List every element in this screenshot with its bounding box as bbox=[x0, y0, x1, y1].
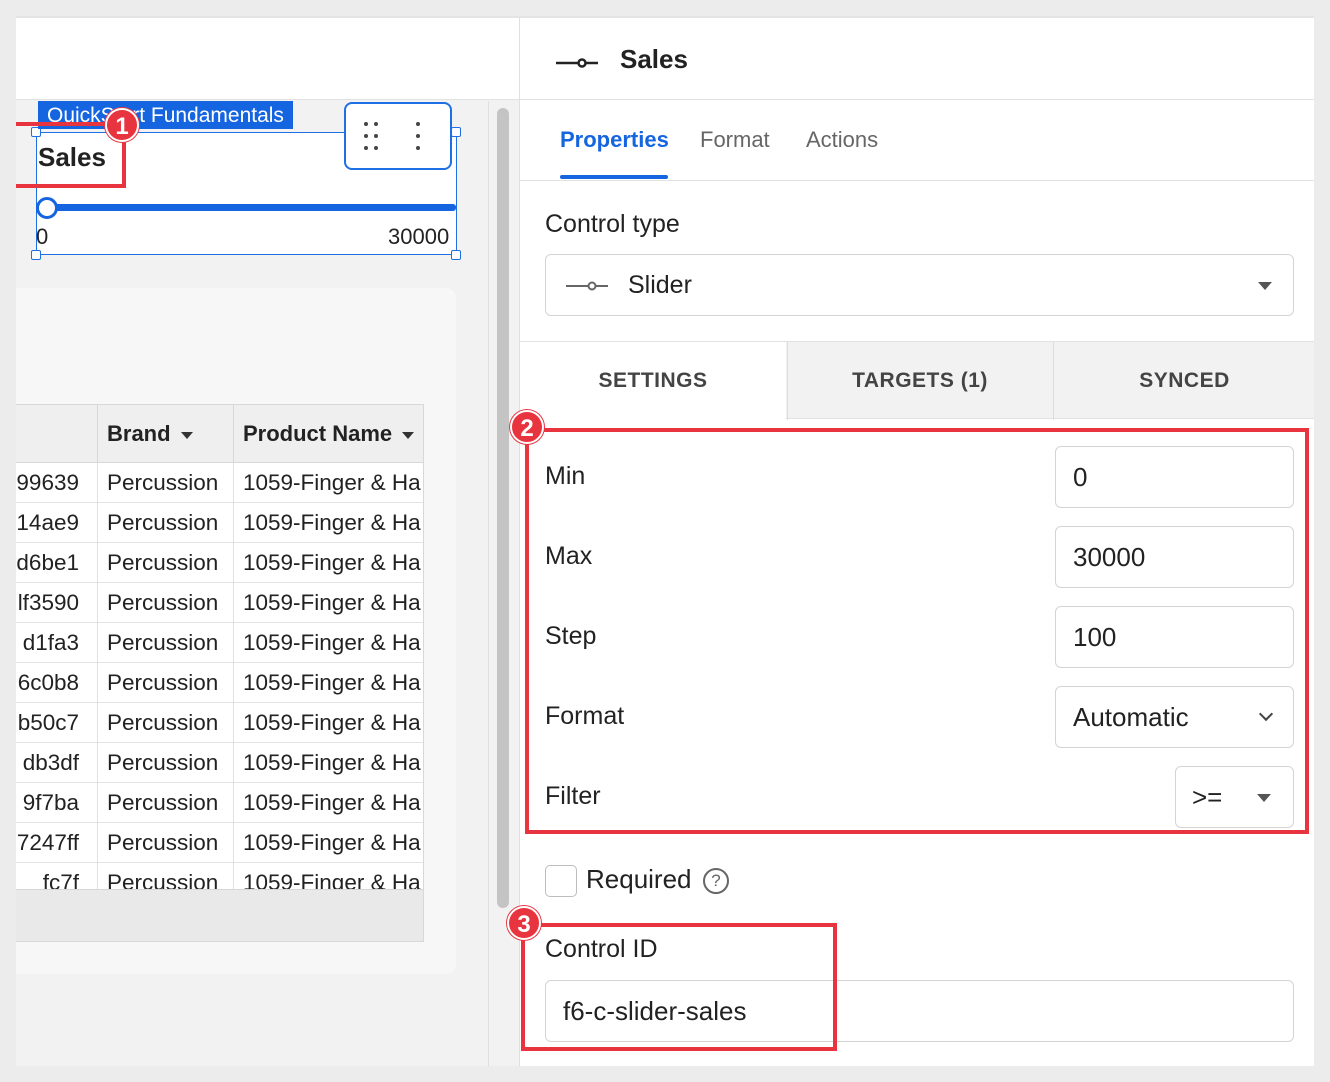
table-cell: d1fa3 bbox=[16, 623, 98, 663]
subtab-synced[interactable]: SYNCED bbox=[1053, 342, 1314, 420]
table-cell: 1059-Finger & Ha bbox=[243, 590, 421, 615]
column-header-id[interactable] bbox=[16, 405, 98, 463]
table-cell: 14ae9 bbox=[16, 503, 98, 543]
question-circle-icon[interactable]: ? bbox=[703, 868, 729, 894]
slider-min-label: 0 bbox=[36, 224, 49, 249]
workbook-canvas: Brand Product Name 99639 Percussion 1059-F… bbox=[16, 18, 519, 1066]
tab-properties[interactable]: Properties bbox=[560, 127, 669, 153]
slider-track[interactable] bbox=[38, 204, 456, 211]
table-cell: Percussion bbox=[98, 463, 234, 503]
slider-icon bbox=[566, 281, 608, 291]
table-cell: 7247ff bbox=[16, 823, 98, 863]
table-cell: 6c0b8 bbox=[16, 663, 98, 703]
subtab-settings[interactable]: SETTINGS bbox=[520, 342, 786, 421]
resize-handle[interactable] bbox=[31, 250, 41, 260]
canvas-scrollbar[interactable] bbox=[497, 108, 509, 908]
table-cell: Percussion bbox=[98, 623, 234, 663]
slider-thumb[interactable] bbox=[36, 197, 58, 219]
canvas-divider bbox=[488, 101, 489, 1066]
table-cell: lf3590 bbox=[16, 583, 98, 623]
settings-subtabs: SETTINGS TARGETS (1) SYNCED bbox=[520, 341, 1314, 421]
more-options-icon[interactable] bbox=[415, 122, 421, 152]
data-table[interactable]: Brand Product Name 99639 Percussion 1059-F… bbox=[16, 404, 424, 942]
table-row[interactable]: db3df Percussion 1059-Finger & Ha bbox=[16, 743, 423, 783]
table-row[interactable]: d1fa3 Percussion 1059-Finger & Ha bbox=[16, 623, 423, 663]
resize-handle[interactable] bbox=[451, 127, 461, 137]
control-type-label: Control type bbox=[545, 210, 680, 238]
table-cell: 1059-Finger & Ha bbox=[243, 790, 421, 815]
column-header-brand[interactable]: Brand bbox=[98, 405, 234, 463]
control-type-select[interactable]: Slider bbox=[545, 254, 1294, 316]
caret-down-icon bbox=[1258, 282, 1272, 290]
table-cell: 1059-Finger & Ha bbox=[243, 750, 421, 775]
table-cell: Percussion bbox=[98, 503, 234, 543]
table-cell: db3df bbox=[16, 743, 98, 783]
table-cell: 99639 bbox=[16, 463, 98, 503]
table-cell: Percussion bbox=[98, 663, 234, 703]
table-cell: 1059-Finger & Ha bbox=[243, 670, 421, 695]
caret-down-icon[interactable] bbox=[180, 431, 193, 439]
column-header-product-name[interactable]: Product Name bbox=[234, 405, 423, 463]
required-checkbox[interactable] bbox=[545, 865, 577, 897]
panel-title: Sales bbox=[620, 44, 688, 74]
slider-max-label: 30000 bbox=[388, 224, 450, 249]
column-header-label: Brand bbox=[107, 421, 171, 446]
table-row[interactable]: 9f7ba Percussion 1059-Finger & Ha bbox=[16, 783, 423, 823]
drag-handle-icon[interactable] bbox=[364, 122, 380, 152]
table-cell: 1059-Finger & Ha bbox=[243, 550, 421, 575]
table-cell: Percussion bbox=[98, 823, 234, 863]
table-row[interactable]: 6c0b8 Percussion 1059-Finger & Ha bbox=[16, 663, 423, 703]
callout-box-2 bbox=[525, 428, 1309, 834]
table-row[interactable]: b50c7 Percussion 1059-Finger & Ha bbox=[16, 703, 423, 743]
caret-down-icon[interactable] bbox=[402, 431, 415, 439]
callout-badge-3: 3 bbox=[507, 906, 541, 940]
table-cell: 9f7ba bbox=[16, 783, 98, 823]
table-cell: Percussion bbox=[98, 743, 234, 783]
panel-tabs: Properties Format Actions bbox=[520, 101, 1314, 181]
element-toolbar bbox=[344, 102, 452, 170]
table-footer bbox=[16, 889, 423, 941]
required-label: Required bbox=[586, 864, 692, 894]
table-cell: 1059-Finger & Ha bbox=[243, 830, 421, 855]
table-cell: b50c7 bbox=[16, 703, 98, 743]
callout-badge-1: 1 bbox=[105, 108, 139, 142]
workbook-top-bar bbox=[16, 18, 519, 100]
table-row[interactable]: lf3590 Percussion 1059-Finger & Ha bbox=[16, 583, 423, 623]
table-cell: 1059-Finger & Ha bbox=[243, 630, 421, 655]
panel-header: Sales bbox=[520, 18, 1314, 100]
callout-box-3 bbox=[521, 923, 837, 1051]
table-cell: Percussion bbox=[98, 583, 234, 623]
table-row[interactable]: 99639 Percussion 1059-Finger & Ha bbox=[16, 463, 423, 503]
table-row[interactable]: 14ae9 Percussion 1059-Finger & Ha bbox=[16, 503, 423, 543]
table-cell: 1059-Finger & Ha bbox=[243, 510, 421, 535]
subtab-targets[interactable]: TARGETS (1) bbox=[787, 342, 1052, 420]
table-row[interactable]: 7247ff Percussion 1059-Finger & Ha bbox=[16, 823, 423, 863]
table-cell: d6be1 bbox=[16, 543, 98, 583]
table-cell: 1059-Finger & Ha bbox=[243, 470, 421, 495]
callout-badge-2: 2 bbox=[510, 410, 544, 444]
table-row[interactable]: d6be1 Percussion 1059-Finger & Ha bbox=[16, 543, 423, 583]
column-header-label: Product Name bbox=[243, 421, 393, 446]
table-cell: Percussion bbox=[98, 543, 234, 583]
properties-panel: Sales Properties Format Actions Control … bbox=[507, 18, 1314, 1066]
control-type-value: Slider bbox=[628, 271, 692, 299]
table-cell: 1059-Finger & Ha bbox=[243, 710, 421, 735]
resize-handle[interactable] bbox=[451, 250, 461, 260]
tab-actions[interactable]: Actions bbox=[806, 127, 878, 153]
table-cell: Percussion bbox=[98, 783, 234, 823]
tab-format[interactable]: Format bbox=[700, 127, 770, 153]
active-tab-indicator bbox=[560, 175, 668, 179]
app-window: Brand Product Name 99639 Percussion 1059-F… bbox=[16, 16, 1314, 1066]
slider-icon bbox=[556, 58, 598, 68]
table-cell: Percussion bbox=[98, 703, 234, 743]
